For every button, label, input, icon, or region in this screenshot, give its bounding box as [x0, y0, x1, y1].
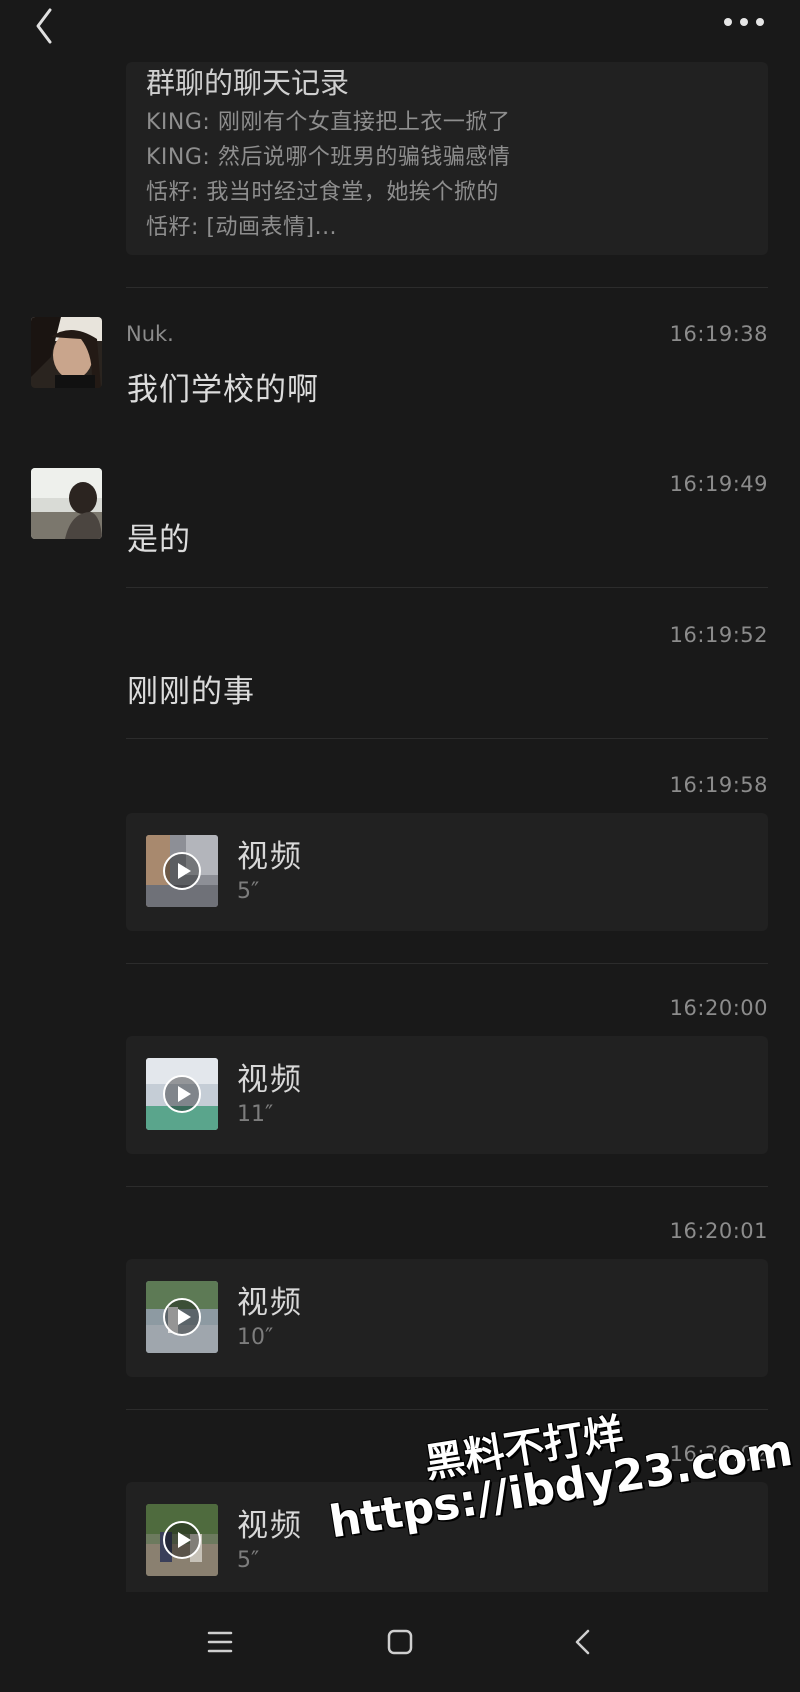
message-time: 16:20:01 — [669, 1219, 768, 1243]
video-label: 视频 — [237, 1285, 303, 1321]
message-time: 16:19:52 — [669, 623, 768, 647]
video-message-card[interactable]: 视频 10″ — [126, 1259, 768, 1377]
video-thumbnail — [146, 835, 218, 907]
divider — [126, 287, 768, 288]
avatar[interactable] — [31, 468, 102, 539]
menu-icon[interactable] — [200, 1622, 240, 1662]
video-message-card[interactable]: 视频 5″ — [126, 813, 768, 931]
message-time: 16:19:38 — [669, 322, 768, 346]
merged-chat-record-card[interactable]: 群聊的聊天记录 KING: 刚刚有个女直接把上衣一掀了 KING: 然后说哪个班… — [126, 62, 768, 255]
play-icon — [163, 852, 201, 890]
video-label: 视频 — [237, 839, 303, 875]
play-icon — [163, 1075, 201, 1113]
divider — [126, 963, 768, 964]
message-text[interactable]: 是的 — [127, 514, 191, 559]
divider — [126, 587, 768, 588]
merged-record-line: 恬籽: [动画表情]... — [146, 215, 338, 240]
top-bar — [0, 0, 800, 60]
video-duration: 11″ — [237, 1102, 274, 1127]
chevron-left-icon[interactable] — [28, 6, 68, 46]
message-text[interactable]: 刚刚的事 — [127, 666, 255, 711]
divider — [126, 1409, 768, 1410]
video-thumbnail — [146, 1058, 218, 1130]
merged-record-line: KING: 然后说哪个班男的骗钱骗感情 — [146, 145, 511, 170]
play-icon — [163, 1521, 201, 1559]
video-duration: 5″ — [237, 879, 260, 904]
system-nav-bar — [0, 1592, 800, 1692]
nav-back-icon[interactable] — [564, 1622, 604, 1662]
divider — [126, 1186, 768, 1187]
video-thumbnail — [146, 1281, 218, 1353]
message-time: 16:19:58 — [669, 773, 768, 797]
message-time: 16:19:49 — [669, 472, 768, 496]
play-icon — [163, 1298, 201, 1336]
merged-record-line: 恬籽: 我当时经过食堂，她挨个掀的 — [146, 180, 499, 205]
message-time: 16:20:00 — [669, 996, 768, 1020]
sender-name: Nuk. — [126, 322, 174, 346]
video-thumbnail — [146, 1504, 218, 1576]
video-label: 视频 — [237, 1508, 303, 1544]
divider — [126, 738, 768, 739]
video-duration: 5″ — [237, 1548, 260, 1573]
video-label: 视频 — [237, 1062, 303, 1098]
video-message-card[interactable]: 视频 11″ — [126, 1036, 768, 1154]
merged-record-line: KING: 刚刚有个女直接把上衣一掀了 — [146, 110, 511, 135]
merged-record-title: 群聊的聊天记录 — [146, 66, 350, 100]
avatar[interactable] — [31, 317, 102, 388]
message-text[interactable]: 我们学校的啊 — [127, 364, 319, 409]
more-dots-icon[interactable] — [722, 14, 766, 30]
home-square-icon[interactable] — [380, 1622, 420, 1662]
video-duration: 10″ — [237, 1325, 274, 1350]
